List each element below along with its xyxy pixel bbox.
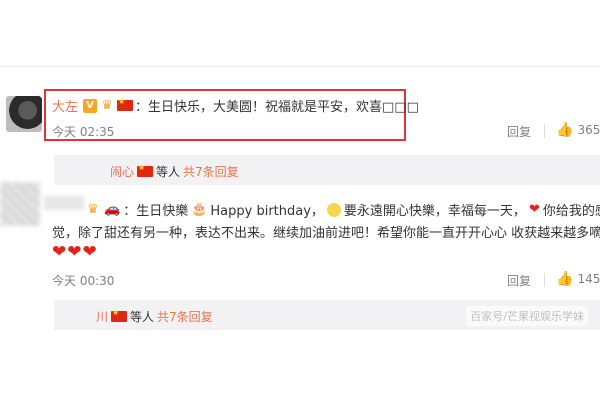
verified-badge-icon: V [83, 98, 98, 113]
comment-2-reply-button[interactable]: 回复 [507, 272, 531, 289]
avatar[interactable] [6, 96, 42, 132]
comment-1-line: 大左 V ♛ ：生日快乐，大美圆！祝福就是平安，欢喜□□□ [52, 96, 419, 115]
china-flag-icon [137, 163, 154, 177]
comment-2-text-part-1: ：生日快樂 [123, 204, 189, 219]
watermark: 百家号/芒果视娱乐学妹 [466, 306, 588, 326]
divider [544, 124, 545, 138]
china-flag-icon [117, 97, 134, 111]
blurred-username [44, 196, 84, 210]
comment-1-like-button[interactable]: 👍 365 [556, 122, 600, 138]
reply-others-text: 等人 [130, 310, 155, 324]
heart-icon: ❤ [82, 242, 97, 262]
comment-2-text-part-2: Happy birthday， [210, 204, 324, 219]
china-flag-icon [111, 308, 128, 322]
thumbs-up-icon: 👍 [556, 271, 574, 287]
reply-count-link[interactable]: 共7条回复 [183, 163, 239, 180]
reply-user-name[interactable]: 川 [96, 308, 108, 325]
reply-summary-1[interactable]: 闹心 等人 共7条回复 [110, 163, 239, 180]
comment-2-line-1: ♛ 🚗 ：生日快樂 🎂 Happy birthday， 要永遠開心快樂，幸福每一… [85, 200, 600, 219]
comment-2-line-2: 觉，除了甜还有另一种，表达不出来。继续加油前进吧！希望你能一直开开心心 收获越来… [52, 226, 600, 241]
heart-icon: ❤ [52, 242, 67, 262]
comment-1-like-count: 365 [577, 123, 600, 137]
heart-icon: ❤ [528, 202, 540, 217]
reply-summary-2[interactable]: 川 等人 共7条回复 [96, 308, 213, 325]
comment-1-text: ：生日快乐，大美圆！祝福就是平安，欢喜□□□ [135, 100, 419, 115]
hearts-row: ❤ ❤ ❤ [52, 244, 97, 261]
top-divider [0, 66, 600, 67]
comment-1-reply-button[interactable]: 回复 [507, 123, 531, 140]
comment-2-time: 今天 00:30 [52, 274, 115, 288]
avatar[interactable] [0, 182, 40, 226]
crown-icon: ♛ [87, 201, 99, 217]
reply-count-link[interactable]: 共7条回复 [157, 308, 213, 325]
comment-2-text-part-4: 你给我的感 [542, 204, 600, 219]
car-icon: 🚗 [104, 202, 121, 217]
comment-1-username[interactable]: 大左 [52, 96, 78, 115]
smile-icon [326, 202, 341, 217]
comment-2-like-button[interactable]: 👍 145 [556, 271, 600, 287]
cake-icon: 🎂 [191, 202, 208, 217]
comment-2-text-part-3: 要永遠開心快樂，幸福每一天， [343, 204, 526, 219]
comment-1-time: 今天 02:35 [52, 125, 115, 139]
divider [544, 273, 545, 287]
crown-icon: ♛ [101, 97, 113, 113]
reply-others-text: 等人 [156, 165, 181, 179]
reply-user-name[interactable]: 闹心 [110, 163, 134, 180]
comment-2-like-count: 145 [577, 272, 600, 286]
heart-icon: ❤ [67, 242, 82, 262]
thumbs-up-icon: 👍 [556, 122, 574, 138]
